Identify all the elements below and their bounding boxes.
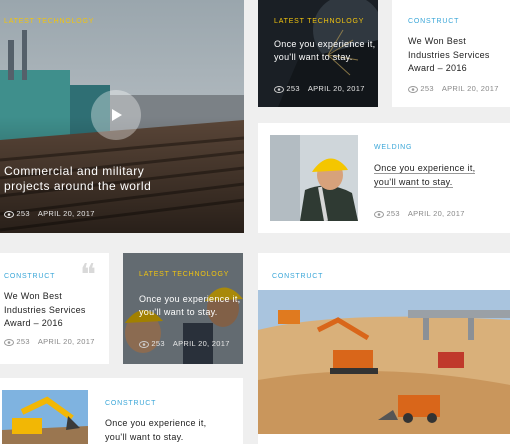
construction-site-image[interactable] (258, 290, 510, 434)
welding-meta: 253 APRIL 20, 2017 (374, 209, 465, 218)
play-button[interactable] (91, 90, 141, 140)
excavator-image[interactable] (2, 390, 88, 444)
construct-award-card-left[interactable]: ❝ CONSTRUCT We Won Best Industries Servi… (0, 253, 109, 364)
hero-meta: 253 APRIL 20, 2017 (4, 209, 95, 218)
tech-post-card-mid[interactable]: LATEST TECHNOLOGY Once you experience it… (123, 253, 243, 364)
welding-title[interactable]: Once you experience it, you'll want to s… (374, 162, 476, 189)
construct-left-title[interactable]: We Won Best Industries Services Award – … (4, 290, 86, 331)
construct-top-meta: 253 APRIL 20, 2017 (408, 84, 499, 93)
construct-top-title[interactable]: We Won Best Industries Services Award – … (408, 35, 490, 76)
eye-icon (139, 340, 149, 348)
welding-category[interactable]: WELDING (374, 144, 412, 151)
construct-bottom-title[interactable]: Once you experience it, you'll want to s… (105, 417, 206, 444)
hero-post-card[interactable]: LATEST TECHNOLOGY Commercial and militar… (0, 0, 244, 233)
construct-bottom-category[interactable]: CONSTRUCT (105, 400, 156, 407)
worker-hardhat-image[interactable] (270, 135, 358, 221)
tech-top-title[interactable]: Once you experience it, you'll want to s… (274, 38, 375, 64)
tech-mid-title[interactable]: Once you experience it, you'll want to s… (139, 293, 240, 319)
hero-date: APRIL 20, 2017 (37, 209, 95, 218)
construct-big-category[interactable]: CONSTRUCT (272, 273, 323, 280)
hero-views: 253 (16, 209, 30, 218)
play-icon (112, 109, 122, 121)
hero-title[interactable]: Commercial and military projects around … (4, 164, 151, 194)
tech-mid-meta: 253 APRIL 20, 2017 (139, 339, 230, 348)
eye-icon (374, 210, 384, 218)
eye-icon (408, 85, 418, 93)
eye-icon (274, 85, 284, 93)
construct-left-category[interactable]: CONSTRUCT (4, 273, 55, 280)
hero-category[interactable]: LATEST TECHNOLOGY (4, 18, 94, 25)
tech-mid-category[interactable]: LATEST TECHNOLOGY (139, 271, 229, 278)
eye-icon (4, 210, 14, 218)
tech-top-meta: 253 APRIL 20, 2017 (274, 84, 365, 93)
construct-left-meta: 253 APRIL 20, 2017 (4, 337, 95, 346)
construct-top-category[interactable]: CONSTRUCT (408, 18, 459, 25)
tech-top-category[interactable]: LATEST TECHNOLOGY (274, 18, 364, 25)
welding-post-card[interactable]: WELDING Once you experience it, you'll w… (258, 123, 510, 233)
construct-award-card-top[interactable]: CONSTRUCT We Won Best Industries Service… (392, 0, 510, 107)
quote-icon: ❝ (80, 258, 97, 293)
tech-post-card-top[interactable]: LATEST TECHNOLOGY Once you experience it… (258, 0, 378, 107)
eye-icon (4, 338, 14, 346)
construct-big-card[interactable]: CONSTRUCT (258, 253, 510, 444)
construct-bottom-card[interactable]: CONSTRUCT Once you experience it, you'll… (0, 378, 243, 444)
